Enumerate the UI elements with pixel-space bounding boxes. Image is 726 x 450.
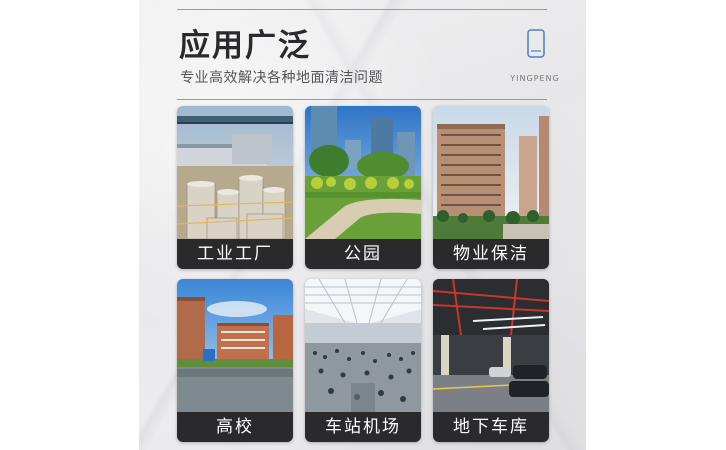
- university-campus-photo: [177, 279, 293, 412]
- card-university[interactable]: 高校: [177, 279, 293, 442]
- card-park[interactable]: 公园: [305, 106, 421, 269]
- section-subtitle: 专业高效解决各种地面清洁问题: [180, 70, 383, 86]
- content-panel: 应用广泛 专业高效解决各种地面清洁问题 YINGPENG 工业工厂 公园 物业保…: [139, 0, 586, 450]
- card-industrial-factory[interactable]: 工业工厂: [177, 106, 293, 269]
- card-label: 工业工厂: [177, 239, 293, 269]
- card-label: 车站机场: [305, 412, 421, 442]
- card-underground-garage[interactable]: 地下车库: [433, 279, 549, 442]
- phone-icon: [527, 29, 545, 58]
- brand-name: YINGPENG: [510, 74, 560, 83]
- card-label: 地下车库: [433, 412, 549, 442]
- factory-photo: [177, 106, 293, 239]
- card-station-airport[interactable]: 车站机场: [305, 279, 421, 442]
- top-divider: [177, 9, 547, 10]
- park-photo: [305, 106, 421, 239]
- card-label: 公园: [305, 239, 421, 269]
- residential-building-photo: [433, 106, 549, 239]
- card-label: 高校: [177, 412, 293, 442]
- underground-garage-photo: [433, 279, 549, 412]
- station-hall-photo: [305, 279, 421, 412]
- bottom-divider: [177, 99, 547, 100]
- card-property-cleaning[interactable]: 物业保洁: [433, 106, 549, 269]
- card-label: 物业保洁: [433, 239, 549, 269]
- section-title: 应用广泛: [179, 28, 311, 64]
